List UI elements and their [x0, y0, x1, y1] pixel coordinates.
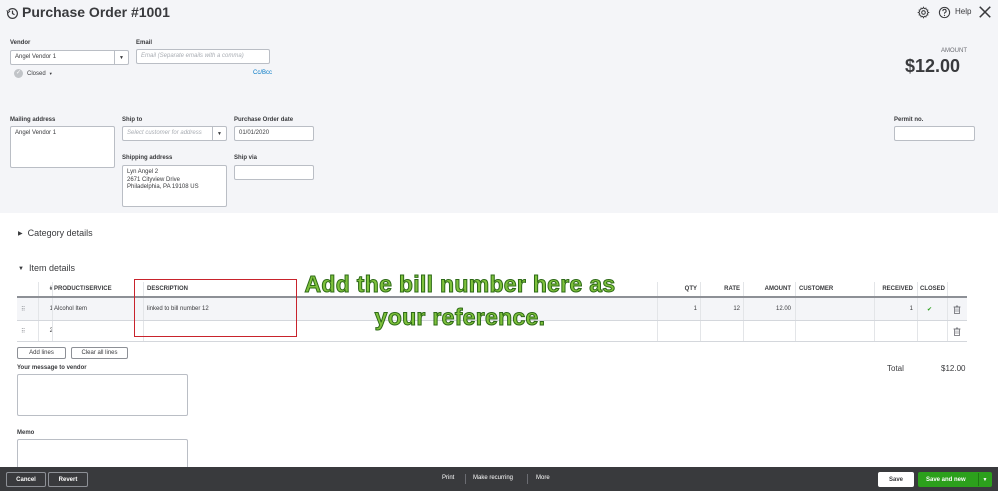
check-circle-icon: ✓: [14, 69, 23, 78]
shipping-address-line: Philadelphia, PA 19108 US: [127, 184, 199, 190]
row-received[interactable]: 1: [877, 298, 913, 320]
total-label: Total: [887, 364, 904, 373]
memo-label: Memo: [17, 430, 35, 436]
category-details-toggle[interactable]: ▶ Category details: [18, 228, 93, 238]
col-received: RECEIVED: [882, 286, 913, 292]
trash-icon[interactable]: [953, 321, 961, 341]
ship-to-label: Ship to: [122, 117, 143, 123]
amount-value: $12.00: [905, 56, 961, 76]
status-label: Closed: [27, 70, 46, 77]
po-date-input[interactable]: 01/01/2020: [234, 126, 314, 141]
triangle-right-icon: ▶: [18, 231, 23, 237]
col-amount: AMOUNT: [764, 286, 791, 292]
memo-textarea[interactable]: [17, 439, 188, 469]
ship-to-select[interactable]: Select customer for address ▼: [122, 126, 227, 141]
add-lines-button[interactable]: Add lines: [17, 347, 66, 359]
help-link[interactable]: Help: [955, 7, 971, 16]
category-details-label: Category details: [27, 228, 93, 238]
caret-down-icon: ▼: [48, 71, 53, 76]
page-title: Purchase Order #1001: [22, 4, 170, 20]
col-closed: CLOSED: [920, 286, 946, 292]
mailing-address-field[interactable]: Angel Vendor 1: [10, 126, 115, 168]
permit-label: Permit no.: [894, 117, 924, 123]
row-amount[interactable]: 12.00: [745, 298, 791, 320]
permit-input[interactable]: [894, 126, 975, 141]
save-button[interactable]: Save: [878, 472, 914, 487]
col-qty: QTY: [684, 286, 697, 292]
vendor-select[interactable]: Angel Vendor 1 ▼: [10, 50, 129, 65]
help-icon[interactable]: [938, 6, 951, 19]
revert-button[interactable]: Revert: [48, 472, 88, 487]
row-rate[interactable]: 12: [702, 298, 740, 320]
message-label: Your message to vendor: [17, 365, 87, 371]
shipping-address-line: Lyn Angel 2: [127, 169, 159, 175]
chevron-down-icon[interactable]: ▼: [212, 127, 226, 140]
save-and-new-label: Save and new: [926, 476, 966, 483]
drag-handle-icon[interactable]: ⠿: [21, 298, 25, 320]
po-date-label: Purchase Order date: [234, 117, 294, 123]
more-link[interactable]: More: [536, 475, 550, 481]
history-icon[interactable]: [6, 7, 19, 20]
item-details-toggle[interactable]: ▼ Item details: [18, 263, 75, 273]
cc-bcc-link[interactable]: Cc/Bcc: [253, 70, 272, 76]
vendor-status[interactable]: ✓ Closed ▼: [14, 69, 53, 78]
annotation-highlight-box: [134, 279, 297, 337]
email-input[interactable]: Email (Separate emails with a comma): [136, 49, 270, 64]
triangle-down-icon: ▼: [18, 266, 24, 272]
ship-via-label: Ship via: [234, 155, 258, 161]
row-closed-check[interactable]: ✔: [927, 298, 932, 320]
amount-label: AMOUNT: [941, 48, 967, 54]
row-qty[interactable]: 1: [659, 298, 697, 320]
col-rate: RATE: [724, 286, 740, 292]
ship-via-input[interactable]: [234, 165, 314, 180]
email-label: Email: [136, 40, 153, 46]
total-value: $12.00: [941, 364, 966, 373]
print-link[interactable]: Print: [442, 475, 454, 481]
vendor-label: Vendor: [10, 40, 31, 46]
drag-handle-icon[interactable]: ⠿: [21, 321, 25, 341]
annotation-callout: Add the bill number here as your referen…: [297, 268, 623, 334]
chevron-down-icon[interactable]: ▼: [978, 473, 991, 486]
make-recurring-link[interactable]: Make recurring: [473, 475, 513, 481]
ship-to-placeholder: Select customer for address: [127, 130, 202, 136]
mailing-address-label: Mailing address: [10, 117, 56, 123]
item-details-label: Item details: [28, 263, 75, 273]
footer-bar: Cancel Revert Print Make recurring More …: [0, 467, 998, 491]
page-header: Purchase Order #1001 Help: [0, 0, 998, 28]
vendor-value: Angel Vendor 1: [15, 54, 57, 60]
shipping-address-line: 2671 Cityview Drive: [127, 176, 181, 183]
row-product[interactable]: Alcohol Item: [54, 298, 87, 320]
message-textarea[interactable]: [17, 374, 188, 416]
col-customer: CUSTOMER: [799, 286, 834, 292]
shipping-address-field[interactable]: Lyn Angel 2 2671 Cityview Drive Philadel…: [122, 165, 227, 207]
close-icon[interactable]: [978, 5, 992, 19]
cancel-button[interactable]: Cancel: [6, 472, 46, 487]
annotation-line: Add the bill number here as: [304, 271, 616, 298]
chevron-down-icon[interactable]: ▼: [114, 51, 128, 64]
trash-icon[interactable]: [953, 298, 961, 320]
gear-icon[interactable]: [917, 6, 930, 19]
shipping-address-label: Shipping address: [122, 155, 173, 161]
annotation-line: your reference.: [374, 304, 546, 331]
save-and-new-button[interactable]: Save and new ▼: [918, 472, 992, 487]
col-product: PRODUCT/SERVICE: [54, 286, 112, 292]
clear-all-lines-button[interactable]: Clear all lines: [71, 347, 128, 359]
